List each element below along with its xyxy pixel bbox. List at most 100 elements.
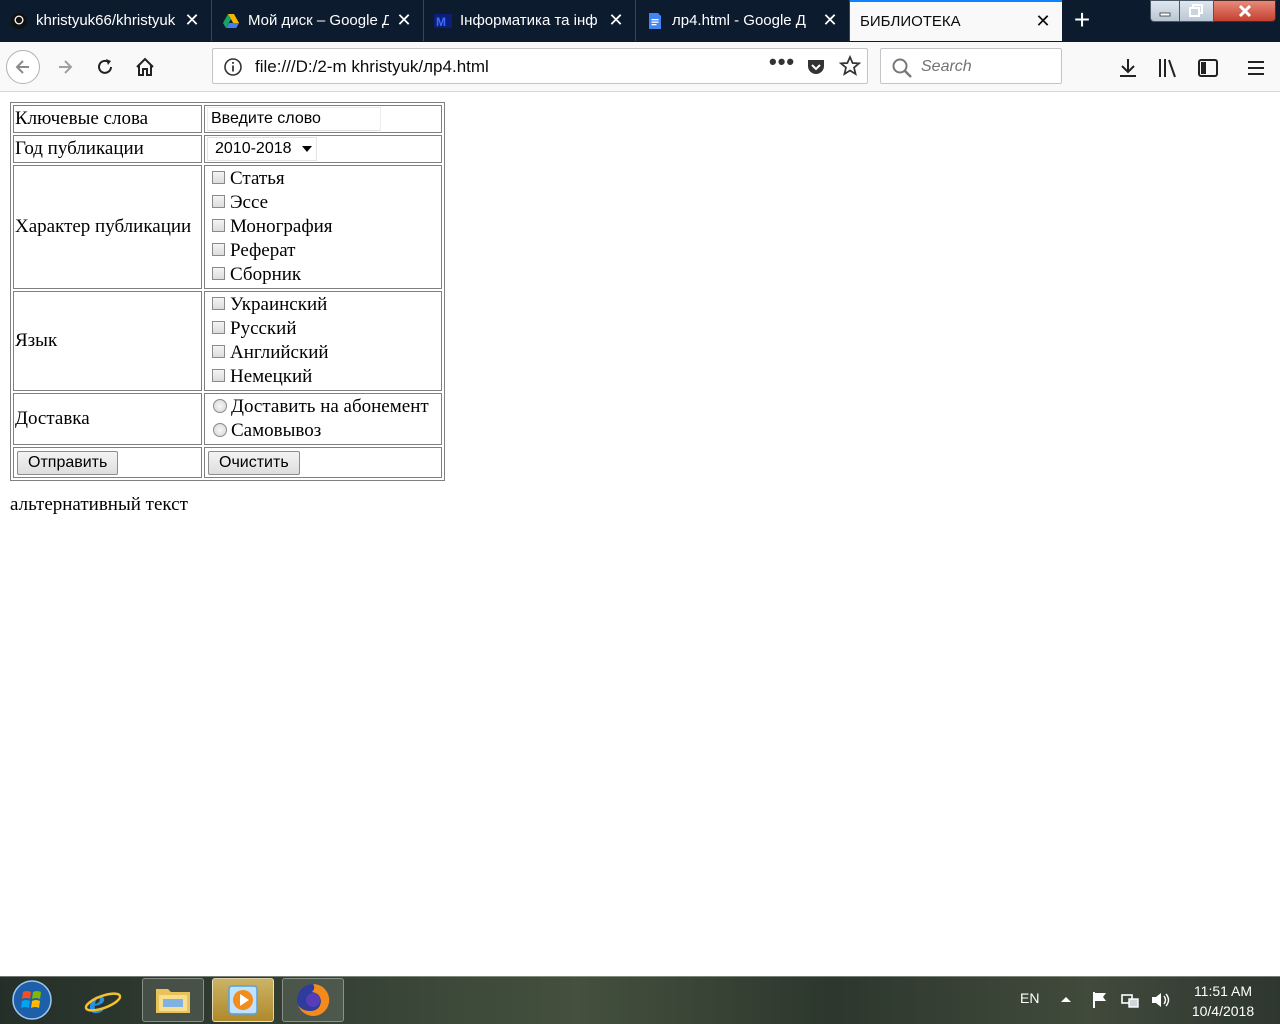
- network-icon[interactable]: [1120, 990, 1140, 1010]
- reload-button[interactable]: [88, 50, 122, 84]
- google-drive-icon: [223, 13, 239, 28]
- close-window-button[interactable]: [1214, 0, 1276, 22]
- option-label: Доставить на абонемент: [231, 396, 429, 417]
- tab-github[interactable]: khristyuk66/khristyuk ✕: [0, 0, 212, 41]
- back-button[interactable]: [6, 50, 40, 84]
- close-icon: [1238, 4, 1251, 18]
- type-options: Статья Эссе Монография Реферат Сборник: [204, 165, 442, 289]
- taskbar-file-explorer[interactable]: [142, 978, 204, 1022]
- radio-button[interactable]: [213, 422, 227, 437]
- tab-bar: khristyuk66/khristyuk ✕ Мой диск – Googl…: [0, 0, 1280, 42]
- checkbox[interactable]: [212, 296, 225, 310]
- minimize-button[interactable]: [1150, 0, 1180, 22]
- type-option-essay[interactable]: Эссе: [206, 191, 440, 215]
- checkbox[interactable]: [212, 344, 225, 358]
- year-select[interactable]: 2010-2018: [207, 137, 317, 161]
- type-option-article[interactable]: Статья: [206, 167, 440, 191]
- home-icon: [136, 57, 154, 76]
- reload-icon: [98, 59, 112, 74]
- action-center-flag-icon[interactable]: [1090, 990, 1110, 1010]
- input-language-indicator[interactable]: EN: [1020, 990, 1039, 1006]
- tab-google-drive[interactable]: Мой диск – Google Д ✕: [212, 0, 424, 41]
- reset-cell: Очистить: [204, 447, 442, 478]
- type-option-abstract[interactable]: Реферат: [206, 239, 440, 263]
- svg-text:M: M: [436, 15, 446, 29]
- tab-title: Інформатика та інф: [460, 12, 598, 29]
- home-button[interactable]: [128, 50, 162, 84]
- address-bar[interactable]: file:///D:/2-m khristyuk/лр4.html •••: [212, 48, 868, 84]
- search-input[interactable]: Search: [921, 58, 972, 76]
- radio-button[interactable]: [213, 398, 227, 413]
- search-icon: [892, 58, 912, 78]
- checkbox[interactable]: [212, 170, 225, 184]
- restore-icon: [1189, 4, 1203, 17]
- clock-time: 11:51 AM: [1193, 983, 1253, 999]
- submit-button[interactable]: Отправить: [17, 451, 119, 475]
- type-option-monograph[interactable]: Монография: [206, 215, 440, 239]
- option-label: Монография: [230, 216, 333, 237]
- tab-moodle[interactable]: M Інформатика та інф ✕: [424, 0, 636, 41]
- language-option-russian[interactable]: Русский: [206, 317, 440, 341]
- url-text[interactable]: file:///D:/2-m khristyuk/лр4.html: [255, 57, 489, 77]
- tab-library[interactable]: БИБЛИОТЕКА ✕: [850, 0, 1062, 41]
- dropdown-arrow-icon: [301, 146, 312, 152]
- taskbar-media-player[interactable]: [212, 978, 274, 1022]
- minimize-icon: [1159, 12, 1171, 17]
- search-form-table: Ключевые слова Введите слово Год публика…: [10, 102, 445, 481]
- type-option-collection[interactable]: Сборник: [206, 263, 440, 287]
- option-label: Статья: [230, 168, 285, 189]
- language-option-english[interactable]: Английский: [206, 341, 440, 365]
- github-icon: [11, 12, 27, 29]
- close-tab-icon[interactable]: ✕: [821, 10, 839, 31]
- delivery-option-subscription[interactable]: Доставить на абонемент: [206, 395, 440, 419]
- reset-button[interactable]: Очистить: [208, 451, 300, 475]
- media-player-icon: [228, 985, 258, 1015]
- close-tab-icon[interactable]: ✕: [183, 10, 201, 31]
- menu-icon[interactable]: [1244, 56, 1268, 80]
- start-button-icon[interactable]: [6, 978, 58, 1022]
- info-icon[interactable]: [223, 57, 243, 77]
- taskbar-internet-explorer[interactable]: e: [72, 978, 134, 1022]
- downloads-icon[interactable]: [1116, 56, 1140, 80]
- tab-google-docs[interactable]: лр4.html - Google Д ✕: [636, 0, 850, 41]
- delivery-options: Доставить на абонемент Самовывоз: [204, 393, 442, 445]
- checkbox[interactable]: [212, 194, 225, 208]
- checkbox[interactable]: [212, 266, 225, 280]
- language-label: Язык: [13, 291, 202, 391]
- pocket-icon[interactable]: [805, 56, 827, 78]
- moodle-icon: M: [434, 13, 452, 29]
- page-actions-button[interactable]: •••: [769, 49, 795, 75]
- show-hidden-icons-icon[interactable]: [1060, 994, 1072, 1004]
- language-option-ukrainian[interactable]: Украинский: [206, 293, 440, 317]
- close-tab-icon[interactable]: ✕: [607, 10, 625, 31]
- forward-button[interactable]: [48, 50, 82, 84]
- taskbar-firefox[interactable]: [282, 978, 344, 1022]
- checkbox[interactable]: [212, 320, 225, 334]
- option-label: Самовывоз: [231, 420, 322, 441]
- close-tab-icon[interactable]: ✕: [395, 10, 413, 31]
- alternative-text: альтернативный текст: [10, 494, 188, 515]
- language-option-german[interactable]: Немецкий: [206, 365, 440, 389]
- option-label: Сборник: [230, 264, 302, 285]
- volume-icon[interactable]: [1150, 990, 1172, 1010]
- library-icon[interactable]: [1156, 56, 1180, 80]
- option-label: Русский: [230, 318, 297, 339]
- firefox-icon: [297, 983, 330, 1016]
- sidebar-icon[interactable]: [1196, 56, 1220, 80]
- close-tab-icon[interactable]: ✕: [1034, 11, 1052, 32]
- new-tab-button[interactable]: +: [1066, 4, 1098, 36]
- checkbox[interactable]: [212, 218, 225, 232]
- page-content: Ключевые слова Введите слово Год публика…: [0, 92, 1280, 976]
- google-docs-icon: [649, 12, 661, 29]
- system-clock[interactable]: 11:51 AM 10/4/2018: [1180, 981, 1266, 1021]
- checkbox[interactable]: [212, 242, 225, 256]
- option-label: Украинский: [230, 294, 328, 315]
- checkbox[interactable]: [212, 368, 225, 382]
- option-label: Реферат: [230, 240, 296, 261]
- keywords-input[interactable]: Введите слово: [207, 107, 381, 131]
- delivery-option-pickup[interactable]: Самовывоз: [206, 419, 440, 443]
- bookmark-star-icon[interactable]: [839, 55, 861, 77]
- search-bar[interactable]: Search: [880, 48, 1062, 84]
- restore-button[interactable]: [1180, 0, 1214, 22]
- tab-title: БИБЛИОТЕКА: [860, 13, 961, 30]
